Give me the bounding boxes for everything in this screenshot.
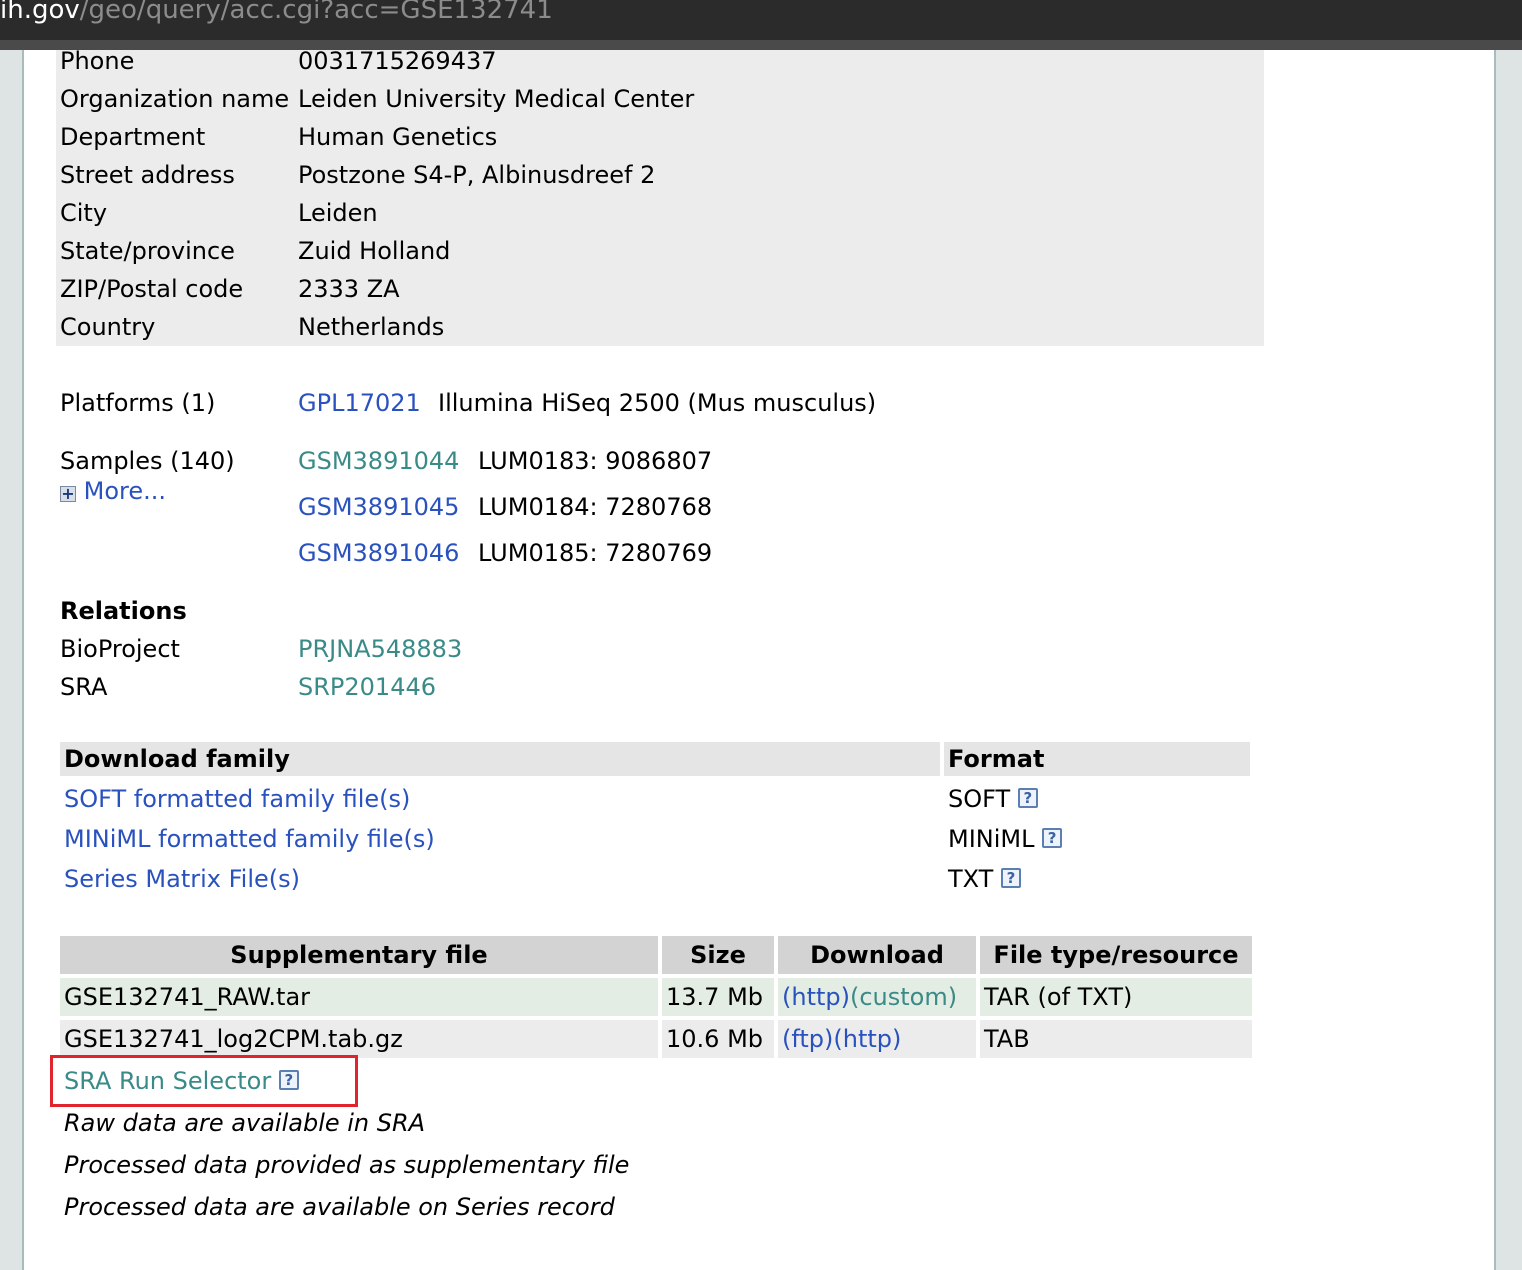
supp-size-header: Size [690, 941, 746, 969]
platform-link[interactable]: GPL17021 [298, 388, 421, 418]
contact-label-state: State/province [60, 237, 235, 265]
sra-link[interactable]: SRP201446 [298, 672, 436, 702]
supp-file-type: TAR (of TXT) [984, 983, 1133, 1011]
platform-description: Illumina HiSeq 2500 (Mus musculus) [438, 389, 877, 417]
supp-file-name: GSE132741_log2CPM.tab.gz [64, 1025, 403, 1053]
supp-file-header: Supplementary file [230, 941, 488, 969]
contact-label-department: Department [60, 123, 206, 151]
ftp-download-link[interactable]: (ftp) [782, 1025, 833, 1053]
supp-type-header: File type/resource [993, 941, 1239, 969]
format-soft: SOFT ? [948, 784, 1038, 814]
note-processed-series: Processed data are available on Series r… [64, 1193, 615, 1221]
format-soft-label: SOFT [948, 785, 1011, 813]
page-frame-left [0, 50, 24, 1270]
url-text[interactable]: ih.gov/geo/query/acc.cgi?acc=GSE132741 [0, 0, 553, 25]
supp-download-links: (http)(custom) [782, 982, 957, 1012]
sample-link[interactable]: GSM3891046 [298, 538, 459, 568]
contact-value-city: Leiden [298, 199, 378, 227]
supp-file-size: 10.6 Mb [666, 1025, 764, 1053]
format-miniml: MINiML ? [948, 824, 1063, 854]
supp-file-name: GSE132741_RAW.tar [64, 983, 311, 1011]
contact-label-country: Country [60, 313, 156, 341]
contact-label-zip: ZIP/Postal code [60, 275, 244, 303]
contact-value-zip: 2333 ZA [298, 275, 400, 303]
http-download-link[interactable]: (http) [782, 983, 850, 1011]
sample-link[interactable]: GSM3891045 [298, 492, 459, 522]
sra-run-selector-link[interactable]: SRA Run Selector [64, 1067, 271, 1095]
samples-more-link[interactable]: More... [84, 477, 166, 505]
relation-label-sra: SRA [60, 673, 108, 701]
url-host: ih.gov [0, 0, 80, 25]
help-icon[interactable]: ? [1017, 788, 1038, 808]
toolbar-divider [0, 40, 1522, 50]
supp-download-links: (ftp)(http) [782, 1024, 901, 1054]
browser-url-bar[interactable]: ih.gov/geo/query/acc.cgi?acc=GSE132741 [0, 0, 1522, 40]
contact-value-state: Zuid Holland [298, 237, 451, 265]
url-path: /geo/query/acc.cgi?acc=GSE132741 [79, 0, 553, 25]
contact-value-country: Netherlands [298, 313, 445, 341]
contact-label-street: Street address [60, 161, 235, 189]
contact-value-department: Human Genetics [298, 123, 498, 151]
supp-file-type: TAB [984, 1025, 1030, 1053]
samples-more-toggle[interactable]: + More... [60, 476, 166, 506]
relations-heading: Relations [60, 597, 187, 625]
contact-label-city: City [60, 199, 108, 227]
sra-run-selector: SRA Run Selector ? [64, 1066, 299, 1096]
contact-value-phone: 0031715269437 [298, 47, 497, 75]
contact-value-street: Postzone S4-P, Albinusdreef 2 [298, 161, 656, 189]
soft-family-link[interactable]: SOFT formatted family file(s) [64, 784, 410, 814]
help-icon[interactable]: ? [278, 1070, 299, 1090]
format-miniml-label: MINiML [948, 825, 1035, 853]
supp-file-size: 13.7 Mb [666, 983, 764, 1011]
supp-download-header: Download [810, 941, 944, 969]
page-frame-right [1494, 50, 1522, 1270]
format-txt-label: TXT [948, 865, 994, 893]
download-family-header: Download family [64, 745, 290, 773]
platforms-label: Platforms (1) [60, 389, 216, 417]
sample-title: LUM0185: 7280769 [478, 539, 713, 567]
help-icon[interactable]: ? [1042, 828, 1063, 848]
sample-link[interactable]: GSM3891044 [298, 446, 459, 476]
contact-label-organization: Organization name [60, 85, 290, 113]
series-matrix-link[interactable]: Series Matrix File(s) [64, 864, 300, 894]
note-raw-data: Raw data are available in SRA [64, 1109, 426, 1137]
format-header: Format [948, 745, 1045, 773]
format-txt: TXT ? [948, 864, 1021, 894]
sample-title: LUM0184: 7280768 [478, 493, 713, 521]
relation-label-bioproject: BioProject [60, 635, 180, 663]
http-download-link[interactable]: (http) [833, 1025, 901, 1053]
samples-label: Samples (140) [60, 447, 235, 475]
contact-label-phone: Phone [60, 47, 135, 75]
note-processed-supplementary: Processed data provided as supplementary… [64, 1151, 630, 1179]
custom-download-link[interactable]: (custom) [850, 983, 957, 1011]
bioproject-link[interactable]: PRJNA548883 [298, 634, 462, 664]
contact-value-organization: Leiden University Medical Center [298, 85, 695, 113]
expand-plus-icon[interactable]: + [60, 486, 76, 502]
sample-title: LUM0183: 9086807 [478, 447, 713, 475]
help-icon[interactable]: ? [1000, 868, 1021, 888]
miniml-family-link[interactable]: MINiML formatted family file(s) [64, 824, 435, 854]
